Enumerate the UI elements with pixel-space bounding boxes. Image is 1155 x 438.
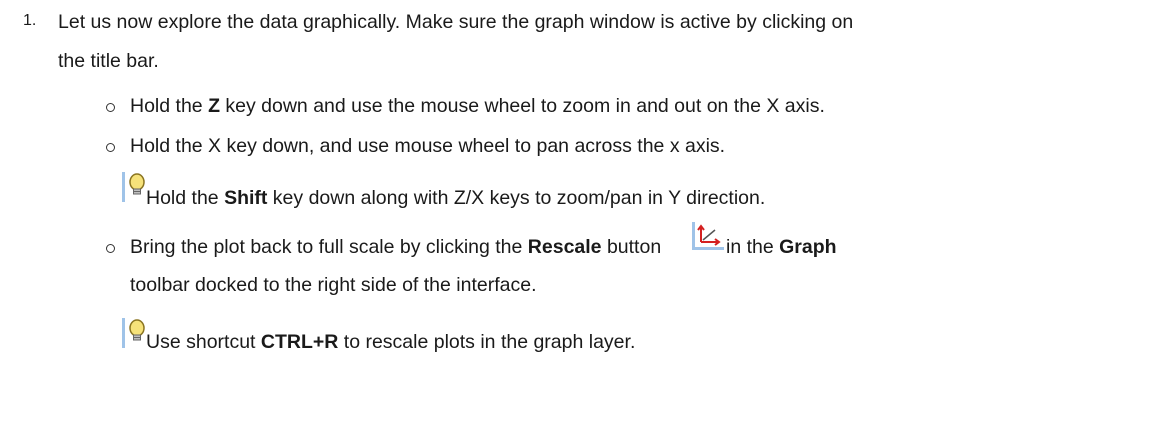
tip-ctrl-post: to rescale plots in the graph layer. [338,331,636,353]
tip-ctrl-key: CTRL+R [260,331,339,353]
item-z-post: key down and use the mouse wheel to zoom… [219,95,825,117]
tip-ctrl-pre: Use shortcut [146,331,261,353]
item-rescale-mid2: in the [726,236,780,258]
tip-shift-post: key down along with Z/X keys to zoom/pan… [267,187,766,209]
item-rescale-end: in the Graph [726,235,837,259]
tip-shift-pre: Hold the [146,187,225,209]
tip-ctrl-r: Use shortcut CTRL+R to rescale plots in … [146,330,635,354]
item-rescale-graph: Graph [779,236,837,258]
step-number: 1. [23,12,37,29]
item-z-pre: Hold the [130,95,209,117]
bullet-1 [106,103,115,112]
item-rescale: Bring the plot back to full scale by cli… [130,235,661,259]
item-x-pan: Hold the X key down, and use mouse wheel… [130,135,726,157]
step-text-line1: Let us now explore the data graphically.… [58,11,854,33]
step-text-line2: the title bar. [58,50,159,72]
bullet-2 [106,143,115,152]
item-rescale-mid: button [601,236,662,258]
lightbulb-icon [122,318,145,348]
bullet-3 [106,244,115,253]
tip-shift: Hold the Shift key down along with Z/X k… [146,186,765,210]
item-rescale-line2: toolbar docked to the right side of the … [130,274,537,296]
lightbulb-icon [122,172,145,202]
item-z-zoom: Hold the Z key down and use the mouse wh… [130,94,825,118]
item-z-key: Z [208,95,220,117]
rescale-icon [692,222,724,250]
item-rescale-pre: Bring the plot back to full scale by cli… [130,236,528,258]
item-rescale-bold: Rescale [527,236,602,258]
tip-shift-key: Shift [224,187,268,209]
